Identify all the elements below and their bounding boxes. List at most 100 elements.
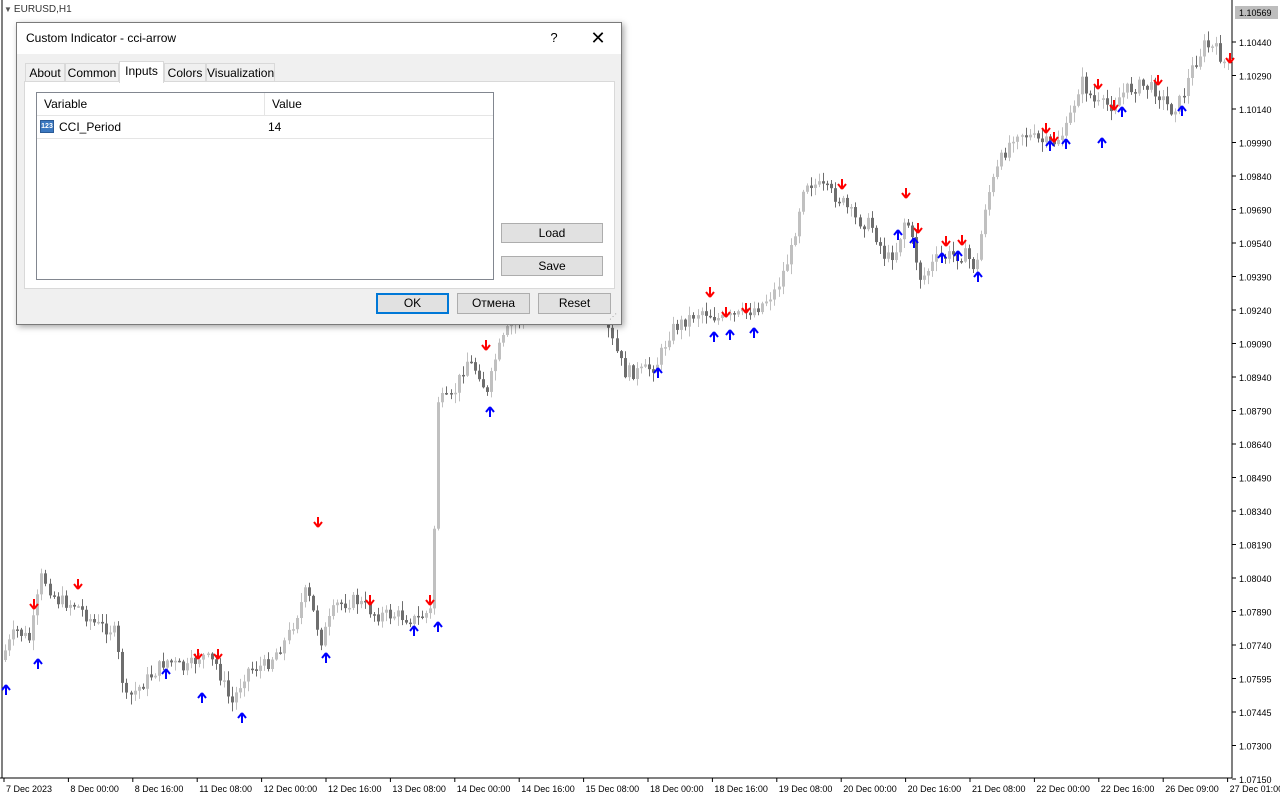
candle-body xyxy=(1008,142,1011,158)
candle-body xyxy=(207,653,210,656)
tab-about[interactable]: About xyxy=(25,63,65,82)
candle-body xyxy=(458,374,461,393)
buy-signal-arrow-up-icon xyxy=(1061,138,1071,149)
time-label: 20 Dec 16:00 xyxy=(908,784,962,794)
candle-body xyxy=(660,347,663,365)
arrow-path xyxy=(33,658,43,669)
reset-button[interactable]: Reset xyxy=(538,293,611,314)
buy-signal-arrow-up-icon xyxy=(725,329,735,340)
column-header-variable[interactable]: Variable xyxy=(37,93,265,115)
candle-body xyxy=(202,654,205,660)
buy-signal-arrow-up-icon xyxy=(709,331,719,342)
candle-body xyxy=(405,620,408,623)
candle-body xyxy=(1191,65,1194,78)
candle-body xyxy=(138,686,141,691)
candle-body xyxy=(818,181,821,185)
candle-body xyxy=(146,674,149,689)
arrow-path xyxy=(1117,106,1127,117)
candle-body xyxy=(1142,79,1145,86)
candle-body xyxy=(1025,135,1028,138)
candle-body xyxy=(1097,99,1100,102)
dialog-titlebar[interactable]: Custom Indicator - cci-arrow ? ✕ xyxy=(17,23,621,54)
candle-body xyxy=(834,188,837,202)
candle-body xyxy=(757,308,760,313)
price-label: 1.09090 xyxy=(1239,340,1272,350)
candle-body xyxy=(798,211,801,237)
candle-body xyxy=(1065,122,1068,136)
candle-body xyxy=(49,583,52,596)
arrow-path xyxy=(1041,123,1051,134)
buy-signal-arrow-up-icon xyxy=(749,327,759,338)
load-button[interactable]: Load xyxy=(501,223,603,243)
candle-body xyxy=(1012,141,1015,144)
candle-body xyxy=(166,660,169,668)
candle-body xyxy=(640,366,643,369)
candle-body xyxy=(1207,40,1210,48)
candle-body xyxy=(267,659,270,669)
table-row[interactable]: 123 CCI_Period 14 xyxy=(37,116,493,139)
arrow-path xyxy=(197,692,207,703)
integer-param-icon: 123 xyxy=(40,120,54,133)
candle-body xyxy=(356,594,359,605)
column-header-value[interactable]: Value xyxy=(265,93,493,115)
tab-colors[interactable]: Colors xyxy=(164,63,206,82)
candle-body xyxy=(871,217,874,228)
candle-body xyxy=(717,317,720,321)
price-label: 1.07890 xyxy=(1239,608,1272,618)
chart-menu-triangle-icon[interactable]: ▼ xyxy=(4,5,12,14)
candle-body xyxy=(1183,95,1186,98)
help-button[interactable]: ? xyxy=(547,28,561,48)
candle-body xyxy=(733,313,736,315)
resize-grip-icon[interactable]: ⋰ xyxy=(609,312,619,322)
candle-body xyxy=(393,616,396,619)
parameters-table[interactable]: Variable Value 123 CCI_Period 14 xyxy=(36,92,494,280)
candle-body xyxy=(502,335,505,343)
candle-body xyxy=(462,374,465,377)
candle-body xyxy=(850,207,853,209)
candle-body xyxy=(668,340,671,348)
candle-body xyxy=(960,261,963,263)
candle-body xyxy=(713,316,716,321)
candle-body xyxy=(680,319,683,330)
candle-body xyxy=(283,640,286,654)
price-label: 1.08190 xyxy=(1239,541,1272,551)
close-icon[interactable]: ✕ xyxy=(583,26,613,50)
candle-body xyxy=(895,252,898,261)
price-label: 1.07740 xyxy=(1239,641,1272,651)
cancel-button[interactable]: Отмена xyxy=(457,293,530,314)
candle-body xyxy=(903,222,906,240)
candle-body xyxy=(53,595,56,597)
tab-visualization[interactable]: Visualization xyxy=(206,63,275,82)
arrow-path xyxy=(1093,79,1103,90)
price-label: 1.08940 xyxy=(1239,373,1272,383)
candle-body xyxy=(125,682,128,693)
tab-common[interactable]: Common xyxy=(65,63,119,82)
candle-body xyxy=(907,222,910,226)
price-label: 1.08640 xyxy=(1239,440,1272,450)
sell-signal-arrow-down-icon xyxy=(213,649,223,660)
candle-body xyxy=(413,615,416,624)
arrow-path xyxy=(725,329,735,340)
save-button[interactable]: Save xyxy=(501,256,603,276)
param-value[interactable]: 14 xyxy=(268,116,281,138)
ok-button[interactable]: OK xyxy=(376,293,449,314)
candle-body xyxy=(709,315,712,318)
time-label: 27 Dec 01:00 xyxy=(1230,784,1280,794)
candle-body xyxy=(304,587,307,603)
candle-body xyxy=(344,603,347,609)
candle-body xyxy=(296,617,299,630)
arrow-path xyxy=(1097,137,1107,148)
price-label: 1.10440 xyxy=(1239,38,1272,48)
candle-body xyxy=(77,606,80,608)
candle-body xyxy=(867,217,870,230)
time-label: 8 Dec 00:00 xyxy=(70,784,119,794)
candle-body xyxy=(97,621,100,624)
tab-inputs[interactable]: Inputs xyxy=(119,61,164,83)
candle-body xyxy=(863,226,866,230)
candle-body xyxy=(1073,105,1076,113)
arrow-path xyxy=(973,271,983,282)
table-header: Variable Value xyxy=(37,93,493,116)
price-label: 1.08790 xyxy=(1239,407,1272,417)
arrow-path xyxy=(425,595,435,606)
candle-body xyxy=(320,629,323,646)
